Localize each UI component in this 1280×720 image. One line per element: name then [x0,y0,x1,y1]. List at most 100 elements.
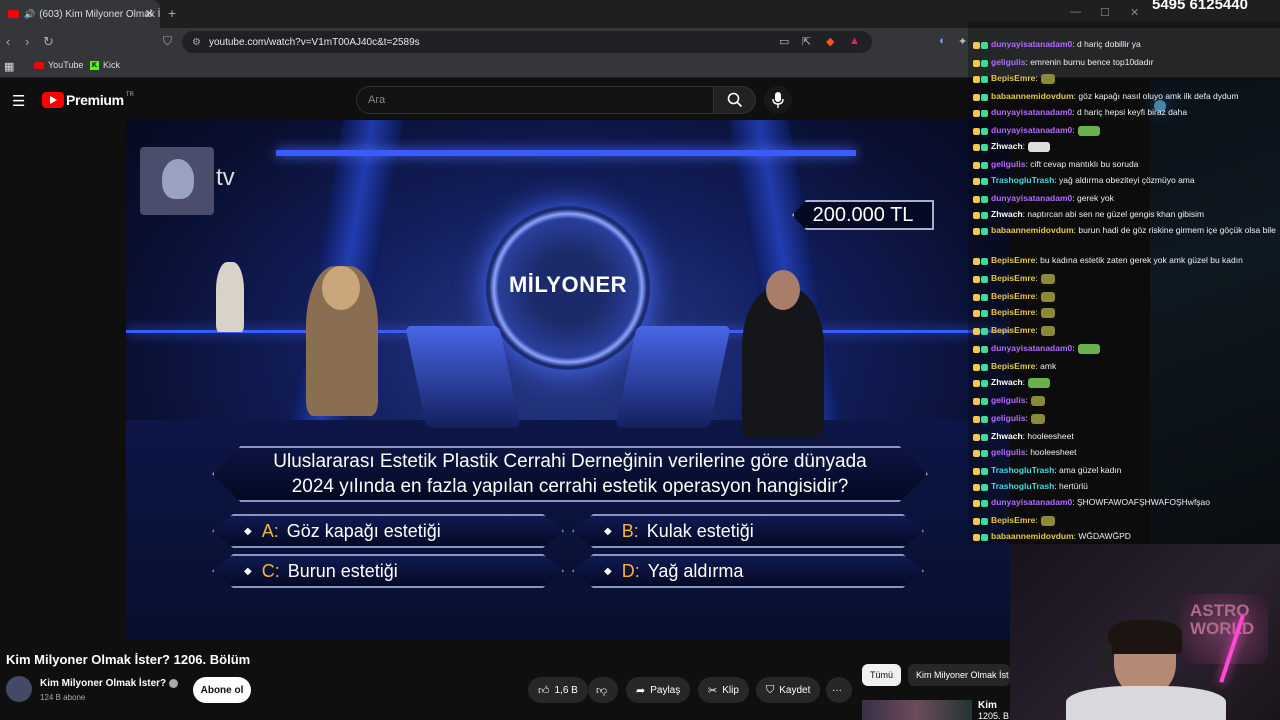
chat-username[interactable]: dunyayisatanadam0 [991,39,1072,49]
close-window-icon[interactable]: ✕ [1130,6,1139,19]
bookmark-kick[interactable]: K Kick [90,60,120,70]
badge-icon [973,143,980,151]
badge-icon [973,397,980,405]
chat-username[interactable]: TrashogluTrash [991,175,1054,185]
chat-emote [1030,395,1045,406]
close-tab-icon[interactable]: ✕ [145,7,154,20]
chat-message: BepisEmre: [973,514,1278,527]
badge-icon [973,177,980,185]
minimize-icon[interactable]: — [1070,6,1081,18]
chat-username[interactable]: BepisEmre [991,273,1035,283]
voice-search-button[interactable] [764,86,792,114]
diamond-icon: ◆ [604,565,612,577]
chat-username[interactable]: BepisEmre [991,73,1035,83]
chat-text: : [1072,343,1075,353]
chat-username[interactable]: geligulis [991,447,1025,457]
save-button[interactable]: ⛉ Kaydet [756,677,821,703]
chat-username[interactable]: dunyayisatanadam0 [991,343,1072,353]
chat-username[interactable]: TrashogluTrash [991,481,1054,491]
audio-icon[interactable]: ◖ [938,35,945,47]
user-badges [973,90,989,103]
chat-username[interactable]: BepisEmre [991,291,1035,301]
screen: 🔊 (603) Kim Milyoner Olmak İst ✕ + — ☐ ✕… [0,0,1280,720]
chat-username[interactable]: babaannemidovdum [991,531,1074,541]
chat-username[interactable]: dunyayisatanadam0 [991,497,1072,507]
clip-button[interactable]: ✂ Klip [698,677,749,703]
chat-message: dunyayisatanadam0: gerek yok [973,192,1278,205]
chat-text: : burun hadi de göz riskine girmem içe g… [1073,225,1276,235]
recommended-video-thumbnail[interactable] [862,700,972,720]
new-tab-icon[interactable]: + [168,5,176,21]
chat-username[interactable]: Zhwach [991,431,1023,441]
back-icon[interactable]: ‹ [6,34,10,49]
forward-icon[interactable]: › [25,34,29,49]
channel-watermark-logo [140,147,214,215]
site-settings-icon[interactable]: ⚙ [192,37,201,48]
chat-username[interactable]: geligulis [991,395,1025,405]
answer-text: Kulak estetiği [646,520,754,541]
rewards-icon[interactable]: ▲ [849,35,860,47]
chat-username[interactable]: BepisEmre [991,361,1035,371]
cast-icon[interactable]: ▭ [779,35,789,48]
chat-text: : [1025,413,1028,423]
chat-message: geligulis: emrenin burnu bence top10dadı… [973,56,1278,69]
share-button[interactable]: ➦ Paylaş [626,677,691,703]
chat-username[interactable]: Zhwach [991,209,1023,219]
chat-username[interactable]: babaannemidovdum [991,91,1074,101]
chip-label: Tümü [870,670,894,680]
subscriber-count: 124 B abone [40,693,86,702]
chat-message: TrashogluTrash: hertürlü [973,480,1278,493]
search-input[interactable]: Ara [356,86,714,114]
badge-icon [973,75,980,83]
share-icon[interactable]: ⇱ [802,35,811,48]
maximize-icon[interactable]: ☐ [1100,6,1110,19]
chat-text: : hooleesheet [1025,447,1077,457]
chat-username[interactable]: BepisEmre [991,307,1035,317]
bookmark-page-icon[interactable]: ⛉ [163,34,172,49]
extensions-icon[interactable]: ✦ [958,35,967,48]
like-button[interactable]: 👍︎ 1,6 B [528,677,588,703]
recommended-video-title[interactable]: Kim 1205. B [978,700,1009,720]
chat-username[interactable]: geligulis [991,159,1025,169]
chip-channel[interactable]: Kim Milyoner Olmak İst [908,664,1010,686]
chat-text: : [1035,291,1038,301]
brave-shield-icon[interactable]: ◆ [826,35,834,48]
chat-username[interactable]: BepisEmre [991,255,1035,265]
chip-all[interactable]: Tümü [862,664,902,686]
more-icon: ··· [832,684,842,696]
bookmark-youtube[interactable]: YouTube [34,60,83,70]
chat-emote [1040,291,1055,302]
chat-username[interactable]: geligulis [991,57,1025,67]
video-player[interactable]: tv 200.000 TL MİLYONER Uluslararası Este… [126,120,1010,640]
channel-watermark-text: tv [216,164,235,191]
youtube-premium-logo[interactable]: Premium TR [42,92,134,108]
chat-username[interactable]: dunyayisatanadam0 [991,107,1072,117]
chat-username[interactable]: BepisEmre [991,325,1035,335]
search-button[interactable] [714,86,756,114]
chat-username[interactable]: BepisEmre [991,515,1035,525]
apps-grid-icon[interactable]: ▦ [4,60,14,73]
chat-emote [1030,413,1045,424]
chat-text: : yağ aldırma obeziteyi çözmüyo ama [1054,175,1195,185]
browser-tab[interactable]: 🔊 (603) Kim Milyoner Olmak İst ✕ [0,0,160,28]
chat-username[interactable]: geligulis [991,413,1025,423]
chat-username[interactable]: babaannemidovdum [991,225,1074,235]
more-actions-button[interactable]: ··· [826,677,852,703]
channel-name[interactable]: Kim Milyoner Olmak İster? [40,678,179,689]
reload-icon[interactable]: ↻ [43,34,54,50]
url-field[interactable]: ⚙ youtube.com/watch?v=V1mT00AJ40c&t=2589… [182,31,872,53]
question-panel: Uluslararası Estetik Plastik Cerrahi Der… [212,446,928,502]
dislike-button[interactable]: 👎︎ [588,677,618,703]
chat-username[interactable]: dunyayisatanadam0 [991,193,1072,203]
menu-icon[interactable]: ☰ [12,92,25,110]
subscribe-button[interactable]: Abone ol [193,677,251,703]
chat-username[interactable]: dunyayisatanadam0 [991,125,1072,135]
chat-username[interactable]: Zhwach [991,141,1023,151]
host [742,288,824,438]
chat-username[interactable]: Zhwach [991,377,1023,387]
chat-username[interactable]: TrashogluTrash [991,465,1054,475]
stage-light [276,150,856,156]
prize-text: 200.000 TL [812,203,914,226]
channel-avatar[interactable] [6,676,32,702]
chip-label: Kim Milyoner Olmak İst [916,670,1009,680]
